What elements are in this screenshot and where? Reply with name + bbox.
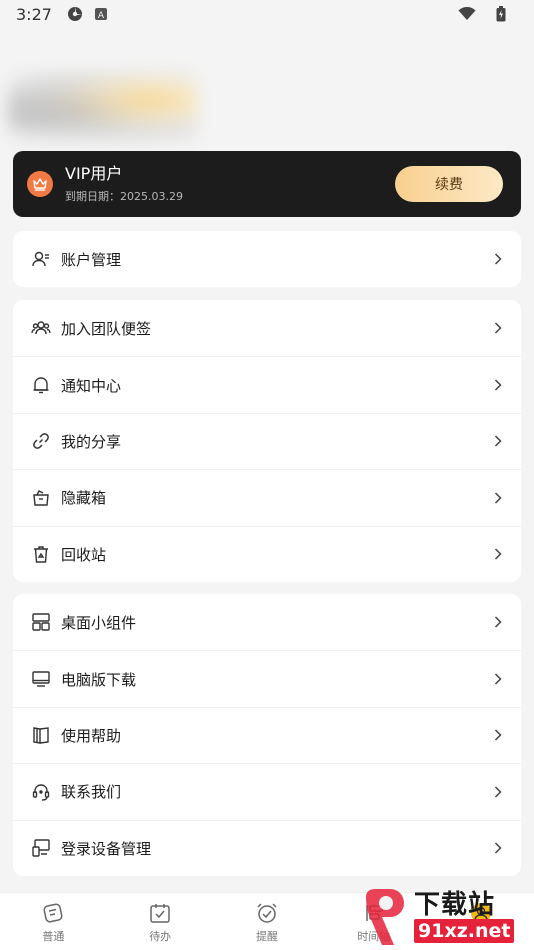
menu-item-join-team-notes[interactable]: 加入团队便签 (13, 300, 521, 356)
vip-expiry-date: 到期日期：2025.03.29 (65, 190, 183, 203)
wifi-icon (458, 5, 476, 23)
menu-item-label: 加入团队便签 (61, 319, 152, 338)
menu-item-contact-us[interactable]: 联系我们 (13, 763, 521, 819)
bell-icon (31, 375, 51, 395)
note-icon (40, 900, 66, 926)
link-icon (31, 431, 51, 451)
svg-text:A: A (98, 11, 105, 21)
menu-item-hidden-box[interactable]: 隐藏箱 (13, 469, 521, 525)
widget-icon (31, 612, 51, 632)
vip-card[interactable]: VIP用户 到期日期：2025.03.29 续费 (13, 151, 521, 217)
tab-reminder[interactable]: 提醒 (214, 893, 321, 950)
team-icon (31, 318, 51, 338)
chevron-right-icon (493, 785, 503, 799)
menu-item-label: 账户管理 (61, 250, 122, 269)
chevron-right-icon (493, 615, 503, 629)
book-icon (31, 725, 51, 745)
site-watermark: 下载站 91xz.net (360, 884, 530, 950)
headset-icon (31, 782, 51, 802)
chevron-right-icon (493, 491, 503, 505)
devices-icon (31, 838, 51, 858)
watermark-url: 91xz.net (414, 919, 515, 943)
alarm-icon (254, 900, 280, 926)
tab-label: 普通 (42, 929, 65, 943)
hidden-box-icon (31, 488, 51, 508)
menu-item-label: 桌面小组件 (61, 613, 137, 632)
menu-item-label: 登录设备管理 (61, 839, 152, 858)
chevron-right-icon (493, 547, 503, 561)
chevron-right-icon (493, 841, 503, 855)
account-card: 账户管理 (13, 231, 521, 288)
menu-item-label: 电脑版下载 (61, 670, 137, 689)
menu-item-notification-center[interactable]: 通知中心 (13, 356, 521, 412)
chevron-right-icon (493, 378, 503, 392)
blurred-profile-avatar[interactable] (8, 72, 198, 142)
menu-item-label: 使用帮助 (61, 726, 122, 745)
menu-item-recycle-bin[interactable]: 回收站 (13, 525, 521, 582)
watermark-text: 下载站 (414, 890, 496, 920)
team-card: 加入团队便签 通知中心 我的分享 隐藏箱 回收站 (13, 300, 521, 582)
chevron-right-icon (493, 672, 503, 686)
status-bar: 3:27 A (0, 0, 534, 28)
menu-item-label: 联系我们 (61, 783, 122, 802)
tab-normal[interactable]: 普通 (0, 893, 107, 950)
todo-icon (147, 900, 173, 926)
chevron-right-icon (493, 252, 503, 266)
account-icon (31, 249, 51, 269)
vip-title: VIP用户 (65, 164, 123, 183)
menu-item-label: 回收站 (61, 545, 107, 564)
menu-item-my-shares[interactable]: 我的分享 (13, 412, 521, 469)
menu-item-label: 我的分享 (61, 432, 122, 451)
battery-icon (492, 5, 510, 23)
menu-item-label: 通知中心 (61, 376, 122, 395)
radar-status-icon (66, 5, 84, 23)
menu-item-login-devices[interactable]: 登录设备管理 (13, 819, 521, 876)
tools-card: 桌面小组件 电脑版下载 使用帮助 联系我们 登录设备管理 (13, 594, 521, 876)
status-time: 3:27 (16, 4, 52, 24)
chevron-right-icon (493, 321, 503, 335)
monitor-icon (31, 669, 51, 689)
app-notification-icon: A (92, 5, 110, 23)
chevron-right-icon (493, 434, 503, 448)
chevron-right-icon (493, 728, 503, 742)
tab-label: 待办 (149, 929, 172, 943)
tab-todo[interactable]: 待办 (107, 893, 214, 950)
menu-item-label: 隐藏箱 (61, 489, 107, 508)
menu-item-help[interactable]: 使用帮助 (13, 706, 521, 763)
renew-button[interactable]: 续费 (395, 166, 503, 202)
menu-item-pc-download[interactable]: 电脑版下载 (13, 650, 521, 706)
menu-item-account-management[interactable]: 账户管理 (13, 231, 521, 287)
tab-label: 提醒 (255, 929, 278, 943)
trash-icon (31, 544, 51, 564)
watermark-logo-icon (366, 889, 404, 945)
menu-item-desktop-widgets[interactable]: 桌面小组件 (13, 594, 521, 650)
crown-icon (27, 171, 53, 197)
